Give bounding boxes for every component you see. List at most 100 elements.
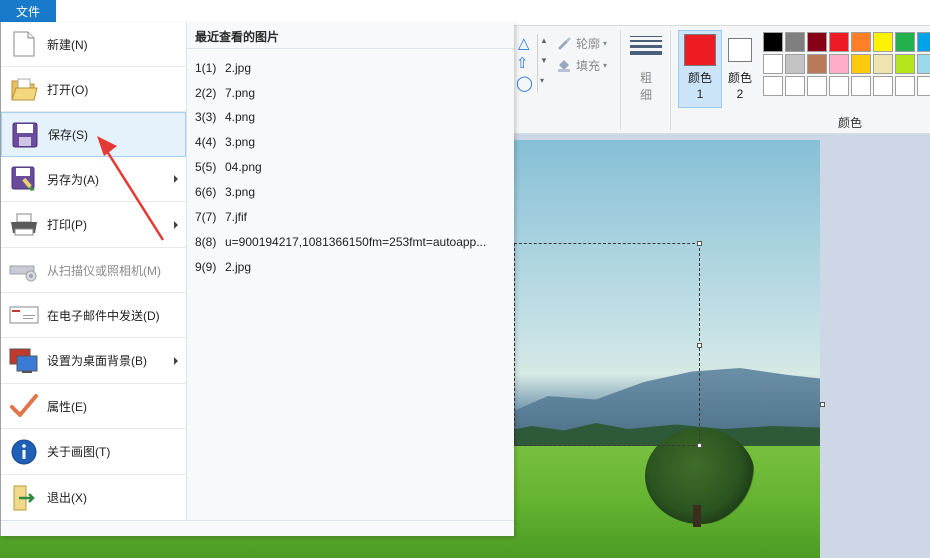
custom-color-slot[interactable] (851, 76, 871, 96)
fill-bucket-icon (558, 60, 570, 72)
palette-color-swatch[interactable] (807, 54, 827, 74)
recent-item[interactable]: 3(3) 4.png (195, 105, 511, 129)
open-folder-icon (9, 74, 39, 104)
palette-color-swatch[interactable] (895, 32, 915, 52)
menu-item-label: 从扫描仪或照相机(M) (47, 263, 161, 278)
file-menu-commands: 新建(N) 打开(O) 保存(S) 另存为(A) 打印(P) 从扫描仪或照相机(… (1, 22, 187, 520)
recent-item[interactable]: 6(6) 3.png (195, 180, 511, 204)
palette-color-swatch[interactable] (873, 32, 893, 52)
canvas-resize-handle[interactable] (820, 402, 825, 407)
group-separator (670, 30, 671, 130)
menu-item-new[interactable]: 新建(N) (1, 22, 186, 67)
custom-color-slot[interactable] (873, 76, 893, 96)
palette-color-swatch[interactable] (763, 32, 783, 52)
recent-item[interactable]: 4(4) 3.png (195, 130, 511, 154)
recent-item[interactable]: 5(5) 04.png (195, 155, 511, 179)
custom-color-slot[interactable] (763, 76, 783, 96)
custom-color-slot[interactable] (895, 76, 915, 96)
tree-trunk-shape (693, 505, 701, 527)
menu-item-label: 在电子邮件中发送(D) (47, 308, 160, 323)
colors-group-label: 颜色 (837, 116, 862, 130)
menu-item-label: 关于画图(T) (47, 445, 111, 459)
menu-item-label: 保存(S) (48, 128, 88, 142)
menu-item-properties[interactable]: 属性(E) (1, 384, 186, 429)
menu-item-label: 属性(E) (47, 399, 87, 414)
chevron-down-icon: ▾ (603, 38, 608, 48)
menu-item-label: 打开(O) (47, 82, 89, 97)
menu-item-scanner[interactable]: 从扫描仪或照相机(M) (1, 248, 186, 293)
recent-pictures-panel: 最近查看的图片 1(1) 2.jpg 2(2) 7.png 3(3) 4.png 4(… (187, 22, 514, 520)
palette-color-swatch[interactable] (829, 32, 849, 52)
recent-item[interactable]: 1(1) 2.jpg (195, 56, 511, 80)
scanner-icon (9, 255, 39, 285)
menu-item-exit[interactable]: 退出(X) (1, 475, 186, 520)
arrow-up-shape-icon[interactable]: ⇧ (516, 54, 529, 72)
palette-color-swatch[interactable] (763, 54, 783, 74)
divider (187, 48, 514, 49)
chevron-down-icon: ▾ (603, 60, 608, 70)
recent-item[interactable]: 2(2) 7.png (195, 81, 511, 105)
menu-item-label: 另存为(A) (47, 172, 99, 187)
recent-item[interactable]: 8(8) u=900194217,1081366150fm=253fmt=auto… (195, 230, 511, 254)
email-icon (9, 300, 39, 330)
selection-handle[interactable] (697, 241, 702, 246)
selection-rectangle[interactable] (514, 243, 700, 446)
shapes-scrollbar[interactable]: ▲ ▼ ▾ (537, 34, 549, 92)
fill-label: 填充 (576, 58, 601, 73)
palette-color-swatch[interactable] (785, 32, 805, 52)
speech-bubble-shape-icon[interactable]: ◯ (516, 74, 533, 92)
palette-color-swatch[interactable] (785, 54, 805, 74)
recent-item[interactable]: 7(7) 7.jfif (195, 205, 511, 229)
recent-pictures-title: 最近查看的图片 (195, 30, 280, 44)
menu-item-set-desktop[interactable]: 设置为桌面背景(B) (1, 338, 186, 384)
custom-color-slot[interactable] (807, 76, 827, 96)
size-label: 粗细 (639, 71, 652, 102)
file-tab[interactable]: 文件 (0, 0, 56, 22)
custom-color-slot[interactable] (785, 76, 805, 96)
outline-dropdown[interactable]: 轮廓 ▾ (556, 34, 607, 52)
menu-item-label: 退出(X) (47, 491, 87, 505)
info-icon (9, 437, 39, 467)
palette-color-swatch[interactable] (917, 54, 930, 74)
selection-handle[interactable] (697, 343, 702, 348)
menu-item-open[interactable]: 打开(O) (1, 67, 186, 112)
color2-swatch[interactable] (728, 38, 752, 62)
color-palette[interactable] (763, 32, 930, 96)
outline-label: 轮廓 (576, 36, 601, 51)
new-document-icon (9, 29, 39, 59)
color1-swatch[interactable] (684, 34, 716, 66)
color2-label: 颜色 2 (727, 71, 752, 101)
desktop-icon (9, 346, 39, 376)
palette-color-swatch[interactable] (807, 32, 827, 52)
menu-item-label: 设置为桌面背景(B) (47, 354, 147, 368)
triangle-shape-icon[interactable]: △ (518, 34, 530, 52)
palette-color-swatch[interactable] (851, 32, 871, 52)
selection-handle[interactable] (697, 443, 702, 448)
menu-item-about[interactable]: 关于画图(T) (1, 429, 186, 475)
checkmark-icon (9, 391, 39, 421)
palette-color-swatch[interactable] (873, 54, 893, 74)
file-menu: 新建(N) 打开(O) 保存(S) 另存为(A) 打印(P) 从扫描仪或照相机(… (0, 22, 514, 536)
group-separator (620, 30, 621, 130)
save-as-icon (9, 164, 39, 194)
custom-color-slot[interactable] (917, 76, 930, 96)
menu-item-label: 新建(N) (47, 37, 88, 52)
floppy-disk-icon (10, 120, 40, 150)
submenu-arrow-icon (174, 356, 178, 365)
menu-item-email[interactable]: 在电子邮件中发送(D) (1, 293, 186, 338)
palette-color-swatch[interactable] (917, 32, 930, 52)
custom-color-slot[interactable] (829, 76, 849, 96)
palette-color-swatch[interactable] (851, 54, 871, 74)
exit-icon (9, 483, 39, 513)
recent-item[interactable]: 9(9) 2.jpg (195, 255, 511, 279)
annotation-arrow (97, 136, 165, 241)
size-button[interactable] (630, 36, 662, 58)
menu-footer (1, 520, 514, 536)
fill-dropdown[interactable]: 填充 ▾ (556, 56, 607, 74)
printer-icon (9, 210, 39, 240)
palette-color-swatch[interactable] (829, 54, 849, 74)
color1-label: 颜色 1 (687, 71, 712, 101)
menu-item-label: 打印(P) (47, 218, 87, 232)
outline-brush-icon (558, 37, 571, 50)
palette-color-swatch[interactable] (895, 54, 915, 74)
